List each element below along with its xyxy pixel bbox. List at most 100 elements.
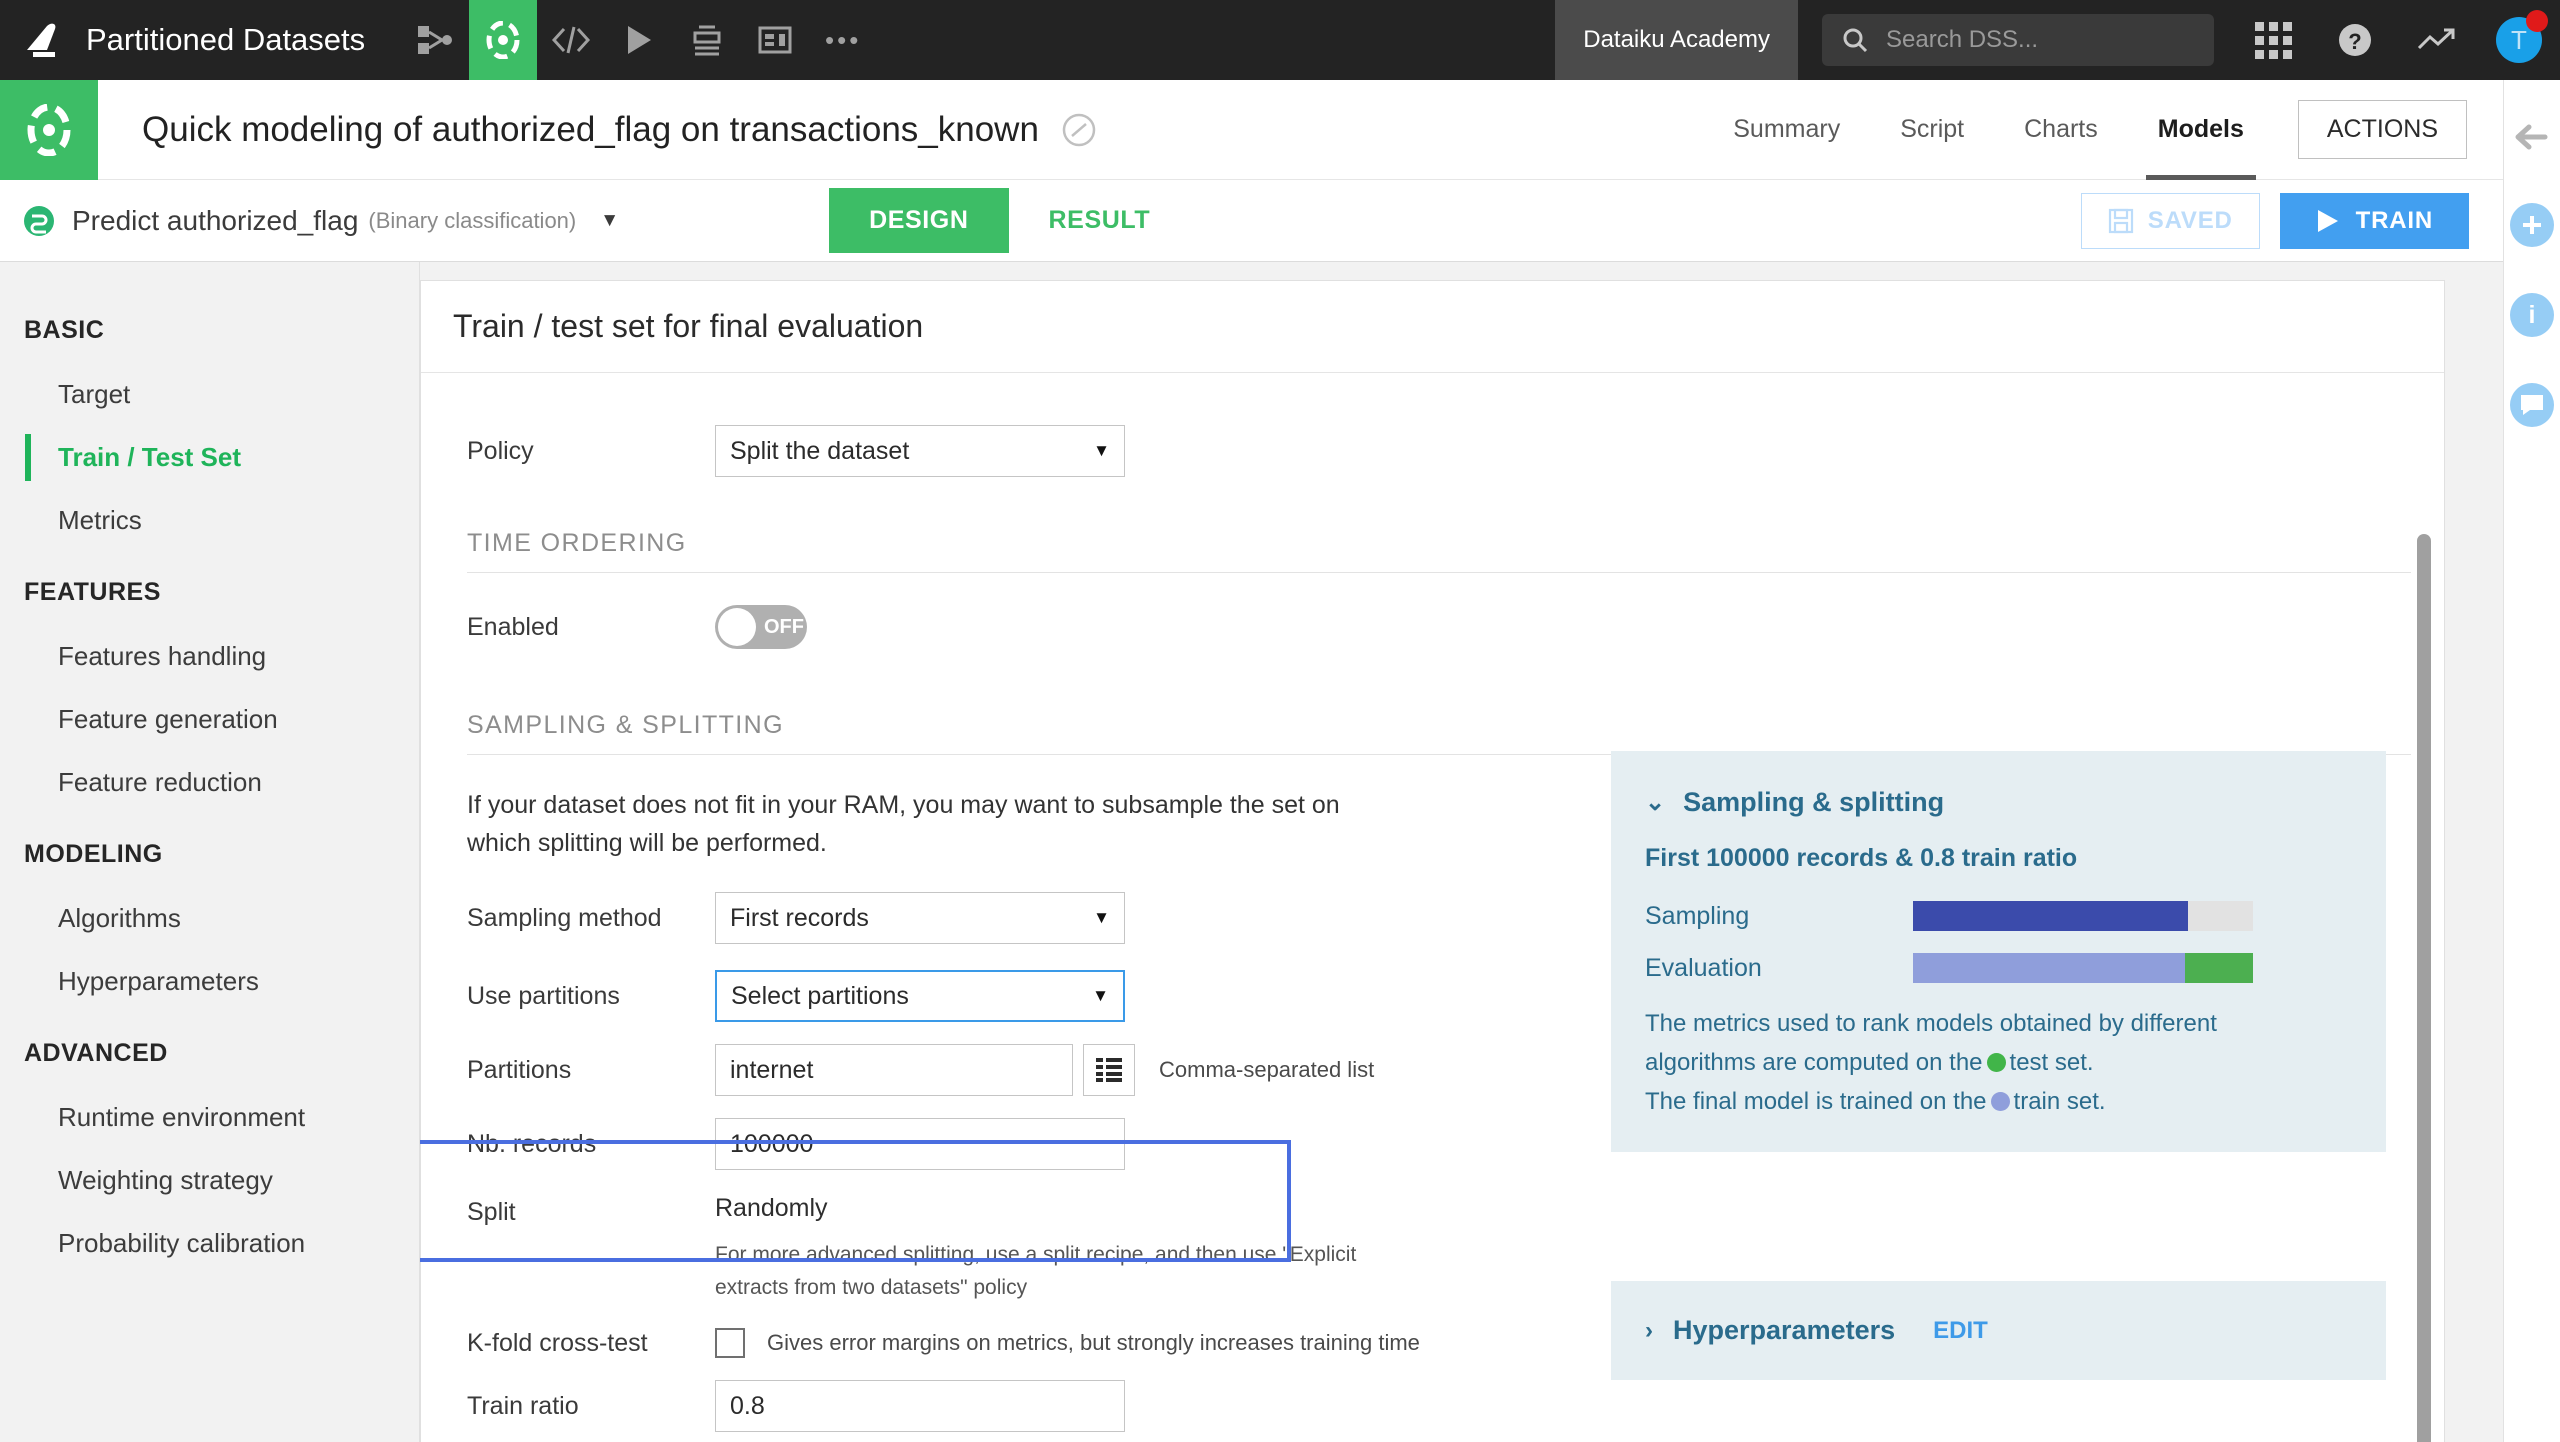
topnav-right-icons: ? T <box>2232 0 2560 80</box>
use-partitions-select[interactable]: Select partitions ▼ <box>715 970 1125 1022</box>
partitions-list-button[interactable] <box>1083 1044 1135 1096</box>
analysis-badge-icon[interactable] <box>1061 112 1097 148</box>
project-name[interactable]: Partitioned Datasets <box>86 22 365 58</box>
lab-project-icon <box>0 80 98 180</box>
train-ratio-input[interactable]: 0.8 <box>715 1380 1125 1432</box>
search-placeholder: Search DSS... <box>1886 26 2038 54</box>
tab-result[interactable]: RESULT <box>1009 188 1191 253</box>
nb-records-input[interactable]: 100000 <box>715 1118 1125 1170</box>
info-panel-header[interactable]: ⌄ Sampling & splitting <box>1645 787 2352 818</box>
info-text-line2a: The final model is trained on the <box>1645 1088 1987 1115</box>
hyperparameters-info-panel[interactable]: › Hyperparameters EDIT <box>1611 1281 2386 1380</box>
policy-control: Split the dataset ▼ <box>715 425 1125 477</box>
sampling-splitting-info-panel: ⌄ Sampling & splitting First 100000 reco… <box>1611 751 2386 1152</box>
time-ordering-section-title: TIME ORDERING <box>467 529 2444 558</box>
use-partitions-value: Select partitions <box>731 982 909 1011</box>
sidebar-item-algorithms[interactable]: Algorithms <box>0 887 419 950</box>
sidebar-item-feature-generation[interactable]: Feature generation <box>0 688 419 751</box>
automation-icon[interactable] <box>673 0 741 80</box>
nb-records-label: Nb. records <box>467 1130 715 1159</box>
split-label: Split <box>467 1194 715 1227</box>
chevron-down-icon[interactable]: ▼ <box>600 210 619 232</box>
train-test-card: Train / test set for final evaluation Po… <box>420 280 2445 1442</box>
page-title: Quick modeling of authorized_flag on tra… <box>142 110 1039 150</box>
tab-script[interactable]: Script <box>1870 80 1994 180</box>
lab-icon[interactable] <box>469 0 537 80</box>
evaluation-bar-row: Evaluation <box>1645 953 2352 983</box>
dashboard-icon[interactable] <box>741 0 809 80</box>
user-avatar[interactable]: T <box>2478 0 2560 80</box>
model-tabs: Summary Script Charts Models <box>1703 80 2274 180</box>
saved-button[interactable]: SAVED <box>2081 193 2260 249</box>
design-result-tabs: DESIGN RESULT <box>829 180 1190 262</box>
help-icon[interactable]: ? <box>2314 0 2396 80</box>
train-ratio-value: 0.8 <box>730 1392 765 1421</box>
flow-icon[interactable] <box>401 0 469 80</box>
tab-summary[interactable]: Summary <box>1703 80 1870 180</box>
sidebar-item-metrics[interactable]: Metrics <box>0 489 419 552</box>
sidebar-item-target[interactable]: Target <box>0 363 419 426</box>
info-text-line1c: test set. <box>2010 1049 2094 1076</box>
predict-subtitle: (Binary classification) <box>368 208 576 234</box>
predict-selector[interactable]: Predict authorized_flag (Binary classifi… <box>0 204 619 238</box>
partitions-input[interactable]: internet <box>715 1044 1073 1096</box>
kfold-checkbox[interactable] <box>715 1328 745 1358</box>
academy-button[interactable]: Dataiku Academy <box>1555 0 1798 80</box>
sidebar-item-runtime-environment[interactable]: Runtime environment <box>0 1086 419 1149</box>
collapse-arrow-icon[interactable] <box>2512 122 2552 157</box>
hyperparameters-edit-link[interactable]: EDIT <box>1933 1317 1988 1345</box>
sidebar-item-weighting-strategy[interactable]: Weighting strategy <box>0 1149 419 1212</box>
add-discussion-icon[interactable] <box>2510 203 2554 247</box>
search-input[interactable]: Search DSS... <box>1822 14 2214 66</box>
list-icon <box>1095 1057 1123 1083</box>
vertical-scrollbar[interactable] <box>2417 534 2431 1442</box>
sidebar-group-modeling: MODELING <box>0 814 419 887</box>
dataiku-logo-icon[interactable] <box>0 0 86 80</box>
model-toolbar: Predict authorized_flag (Binary classifi… <box>0 180 2503 262</box>
info-icon[interactable]: i <box>2510 293 2554 337</box>
sidebar-group-basic: BASIC <box>0 290 419 363</box>
design-sidebar: BASIC Target Train / Test Set Metrics FE… <box>0 262 420 1442</box>
use-partitions-label: Use partitions <box>467 982 715 1011</box>
saved-label: SAVED <box>2148 207 2233 235</box>
sampling-bar-label: Sampling <box>1645 902 1913 931</box>
info-text-line1a: The metrics used to rank models obtained… <box>1645 1010 2217 1037</box>
info-text-line2b: train set. <box>2014 1088 2106 1115</box>
tab-charts[interactable]: Charts <box>1994 80 2128 180</box>
train-button[interactable]: TRAIN <box>2280 193 2469 249</box>
jobs-play-icon[interactable] <box>605 0 673 80</box>
time-ordering-toggle[interactable]: OFF <box>715 605 807 649</box>
train-ratio-row: Train ratio 0.8 <box>467 1380 2444 1432</box>
tab-models[interactable]: Models <box>2128 80 2274 180</box>
sidebar-item-hyperparameters[interactable]: Hyperparameters <box>0 950 419 1013</box>
sidebar-item-probability-calibration[interactable]: Probability calibration <box>0 1212 419 1275</box>
evaluation-test-fill <box>2185 953 2253 983</box>
train-label: TRAIN <box>2356 207 2433 235</box>
toggle-state: OFF <box>764 616 804 639</box>
policy-value: Split the dataset <box>730 437 909 466</box>
actions-button[interactable]: ACTIONS <box>2298 100 2467 159</box>
card-title: Train / test set for final evaluation <box>453 308 923 345</box>
enabled-label: Enabled <box>467 613 715 642</box>
chevron-down-icon: ▼ <box>1092 986 1109 1006</box>
evaluation-bar-label: Evaluation <box>1645 954 1913 983</box>
policy-select[interactable]: Split the dataset ▼ <box>715 425 1125 477</box>
info-panel-text: The metrics used to rank models obtained… <box>1645 1005 2352 1122</box>
trend-icon[interactable] <box>2396 0 2478 80</box>
chat-icon[interactable] <box>2510 383 2554 427</box>
time-ordering-enabled-row: Enabled OFF <box>467 605 2444 649</box>
sidebar-item-features-handling[interactable]: Features handling <box>0 625 419 688</box>
apps-grid-icon[interactable] <box>2232 0 2314 80</box>
more-icon[interactable]: ••• <box>809 0 877 80</box>
nb-records-value: 100000 <box>730 1130 813 1159</box>
split-control: Randomly For more advanced splitting, us… <box>715 1194 1435 1304</box>
sampling-section-title: SAMPLING & SPLITTING <box>467 711 2444 740</box>
code-icon[interactable] <box>537 0 605 80</box>
chevron-down-icon: ⌄ <box>1645 788 1665 817</box>
sidebar-item-feature-reduction[interactable]: Feature reduction <box>0 751 419 814</box>
sidebar-item-train-test-set[interactable]: Train / Test Set <box>0 426 419 489</box>
kfold-hint: Gives error margins on metrics, but stro… <box>767 1330 1420 1356</box>
sampling-method-select[interactable]: First records ▼ <box>715 892 1125 944</box>
tab-design[interactable]: DESIGN <box>829 188 1008 253</box>
hyperparameters-title: Hyperparameters <box>1673 1315 1895 1346</box>
